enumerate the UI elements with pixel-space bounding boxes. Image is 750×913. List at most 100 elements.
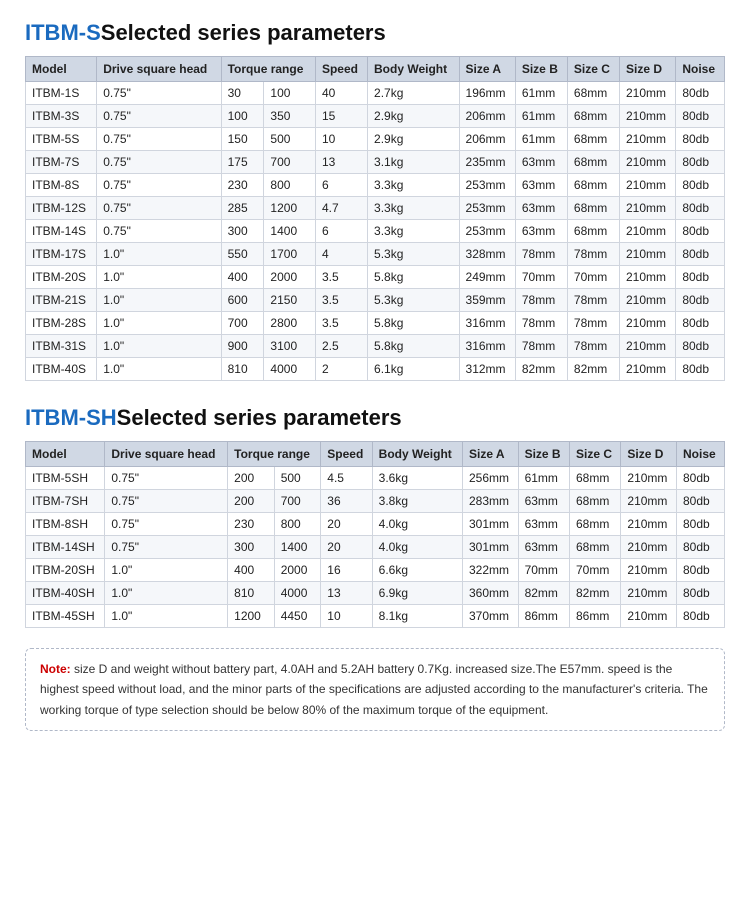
table-cell: 0.75" [97, 128, 221, 151]
table-cell: 1.0" [97, 312, 221, 335]
table-row: ITBM-7SH0.75"200700363.8kg283mm63mm68mm2… [26, 490, 725, 513]
table-cell: 1400 [274, 536, 321, 559]
table-cell: 500 [274, 467, 321, 490]
col-weight: Body Weight [372, 442, 462, 467]
col-model: Model [26, 442, 105, 467]
table-cell: ITBM-31S [26, 335, 97, 358]
table-cell: 210mm [620, 128, 676, 151]
table-cell: 200 [228, 490, 275, 513]
table-cell: 0.75" [97, 220, 221, 243]
table-cell: ITBM-7SH [26, 490, 105, 513]
table-cell: 5.3kg [368, 289, 460, 312]
table-row: ITBM-20S1.0"40020003.55.8kg249mm70mm70mm… [26, 266, 725, 289]
table-cell: 700 [221, 312, 264, 335]
table-cell: 0.75" [105, 490, 228, 513]
table-cell: 6 [315, 174, 367, 197]
table-cell: 301mm [462, 536, 518, 559]
table-cell: 78mm [567, 335, 619, 358]
col-weight: Body Weight [368, 57, 460, 82]
table-row: ITBM-8SH0.75"230800204.0kg301mm63mm68mm2… [26, 513, 725, 536]
table-cell: 80db [676, 197, 725, 220]
table-cell: 80db [676, 82, 725, 105]
table-cell: 2150 [264, 289, 316, 312]
table-cell: 78mm [567, 289, 619, 312]
table-cell: ITBM-8S [26, 174, 97, 197]
table-cell: 80db [676, 128, 725, 151]
table-cell: 68mm [567, 105, 619, 128]
table-cell: 235mm [459, 151, 515, 174]
table-cell: ITBM-3S [26, 105, 97, 128]
col-noise: Noise [676, 57, 725, 82]
table-cell: 0.75" [105, 467, 228, 490]
table-cell: 80db [676, 289, 725, 312]
col-sizeC: Size C [569, 442, 620, 467]
table-cell: 1200 [264, 197, 316, 220]
table-row: ITBM-1S0.75"30100402.7kg196mm61mm68mm210… [26, 82, 725, 105]
table-cell: 6.6kg [372, 559, 462, 582]
table-cell: 700 [274, 490, 321, 513]
table-cell: 70mm [567, 266, 619, 289]
table-cell: 61mm [515, 82, 567, 105]
table-cell: 230 [221, 174, 264, 197]
table-cell: 68mm [567, 174, 619, 197]
table-cell: ITBM-20S [26, 266, 97, 289]
table-cell: ITBM-21S [26, 289, 97, 312]
table-cell: 0.75" [97, 174, 221, 197]
table-cell: 810 [221, 358, 264, 381]
table-row: ITBM-31S1.0"90031002.55.8kg316mm78mm78mm… [26, 335, 725, 358]
table-cell: ITBM-5SH [26, 467, 105, 490]
table-cell: 206mm [459, 128, 515, 151]
table-cell: 253mm [459, 220, 515, 243]
table-cell: 600 [221, 289, 264, 312]
table-cell: 4.7 [315, 197, 367, 220]
table-cell: 6 [315, 220, 367, 243]
table-cell: 100 [221, 105, 264, 128]
table-row: ITBM-12S0.75"28512004.73.3kg253mm63mm68m… [26, 197, 725, 220]
table-row: ITBM-8S0.75"23080063.3kg253mm63mm68mm210… [26, 174, 725, 197]
table-cell: 80db [676, 105, 725, 128]
table-row: ITBM-3S0.75"100350152.9kg206mm61mm68mm21… [26, 105, 725, 128]
table-cell: 68mm [569, 536, 620, 559]
table-row: ITBM-7S0.75"175700133.1kg235mm63mm68mm21… [26, 151, 725, 174]
table-cell: 210mm [620, 105, 676, 128]
table-cell: 4 [315, 243, 367, 266]
table-cell: 68mm [567, 197, 619, 220]
table-cell: 78mm [515, 335, 567, 358]
table-cell: 210mm [621, 605, 677, 628]
section1-title-highlight: ITBM-S [25, 20, 101, 45]
table-cell: 210mm [620, 243, 676, 266]
table-cell: 6.9kg [372, 582, 462, 605]
table-cell: 68mm [569, 467, 620, 490]
table-cell: 80db [676, 151, 725, 174]
table-cell: 1.0" [97, 335, 221, 358]
table-cell: 316mm [459, 335, 515, 358]
table-cell: 5.3kg [368, 243, 460, 266]
table-cell: 1.0" [105, 605, 228, 628]
table-cell: 3.3kg [368, 197, 460, 220]
table-cell: 316mm [459, 312, 515, 335]
section2-title-highlight: ITBM-SH [25, 405, 117, 430]
table-cell: 210mm [620, 289, 676, 312]
table-row: ITBM-28S1.0"70028003.55.8kg316mm78mm78mm… [26, 312, 725, 335]
table-cell: 13 [321, 582, 372, 605]
table-cell: 210mm [621, 513, 677, 536]
table-cell: 500 [264, 128, 316, 151]
col-drive: Drive square head [105, 442, 228, 467]
table-cell: ITBM-7S [26, 151, 97, 174]
table-cell: 1.0" [97, 266, 221, 289]
table-cell: 10 [321, 605, 372, 628]
table-cell: 68mm [567, 128, 619, 151]
col-drive: Drive square head [97, 57, 221, 82]
table-cell: 322mm [462, 559, 518, 582]
table-cell: 63mm [515, 197, 567, 220]
table-cell: 80db [676, 605, 724, 628]
table-cell: 80db [676, 312, 725, 335]
table-cell: 300 [228, 536, 275, 559]
col-sizeA: Size A [459, 57, 515, 82]
table-cell: 206mm [459, 105, 515, 128]
table-cell: 0.75" [105, 536, 228, 559]
table-cell: 40 [315, 82, 367, 105]
table-cell: 5.8kg [368, 312, 460, 335]
table-cell: ITBM-14S [26, 220, 97, 243]
table-cell: 86mm [569, 605, 620, 628]
